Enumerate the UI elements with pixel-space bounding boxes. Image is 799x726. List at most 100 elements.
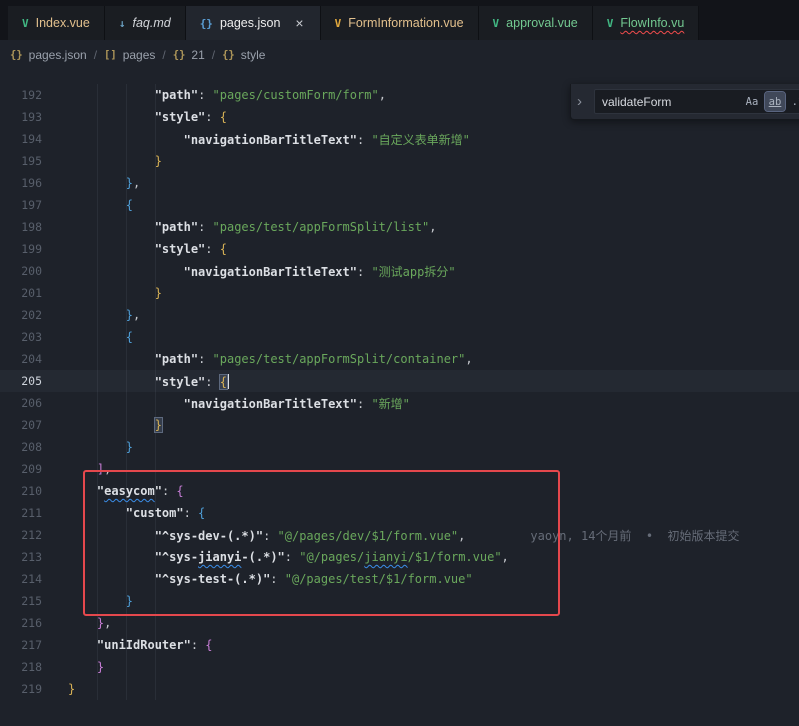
code-line-213[interactable]: 213 "^sys-jianyi-(.*)": "@/pages/jianyi/… xyxy=(0,546,799,568)
breadcrumb-item-21[interactable]: 21 xyxy=(191,48,204,62)
code-line-194[interactable]: 194 "navigationBarTitleText": "自定义表单新增" xyxy=(0,128,799,150)
code-line-206[interactable]: 206 "navigationBarTitleText": "新增" xyxy=(0,392,799,414)
code-line-196[interactable]: 196 }, xyxy=(0,172,799,194)
line-number[interactable]: 201 xyxy=(0,286,42,300)
find-query-text[interactable]: validateForm xyxy=(602,95,739,109)
line-number[interactable]: 205 xyxy=(0,374,42,388)
line-number[interactable]: 209 xyxy=(0,462,42,476)
line-number[interactable]: 218 xyxy=(0,660,42,674)
code-text: "path": "pages/test/appFormSplit/contain… xyxy=(42,352,473,366)
code-token: "^sys-dev-(.*)" xyxy=(155,529,263,543)
code-token: { xyxy=(126,330,133,344)
code-token: /$1/form.vue" xyxy=(408,550,502,564)
code-text: }, xyxy=(42,308,140,322)
tab-FormInformation.vue[interactable]: VFormInformation.vue xyxy=(321,6,479,40)
code-token: "uniIdRouter" xyxy=(97,638,191,652)
line-number[interactable]: 203 xyxy=(0,330,42,344)
code-token: "@/pages/test/$1/form.vue" xyxy=(285,572,473,586)
tab-pages.json[interactable]: {}pages.json× xyxy=(186,6,321,40)
whole-word-toggle[interactable]: ab xyxy=(765,92,785,111)
breadcrumb-item-pages.json[interactable]: pages.json xyxy=(29,48,87,62)
tab-FlowInfo.vu[interactable]: VFlowInfo.vu xyxy=(593,6,700,40)
code-text: "style": { xyxy=(42,110,227,124)
line-number[interactable]: 196 xyxy=(0,176,42,190)
code-text: } xyxy=(42,440,133,454)
find-input-box[interactable]: validateForm Aa ab .* xyxy=(594,89,799,114)
code-token: : xyxy=(205,110,219,124)
line-number[interactable]: 202 xyxy=(0,308,42,322)
code-token: } xyxy=(126,594,133,608)
tab-approval.vue[interactable]: Vapproval.vue xyxy=(479,6,593,40)
line-number[interactable]: 200 xyxy=(0,264,42,278)
code-line-215[interactable]: 215 } xyxy=(0,590,799,612)
find-expand-chevron-icon[interactable]: › xyxy=(577,93,589,110)
line-number[interactable]: 199 xyxy=(0,242,42,256)
line-number[interactable]: 193 xyxy=(0,110,42,124)
line-number[interactable]: 192 xyxy=(0,88,42,102)
line-number[interactable]: 197 xyxy=(0,198,42,212)
line-number[interactable]: 204 xyxy=(0,352,42,366)
tab-Index.vue[interactable]: VIndex.vue xyxy=(8,6,105,40)
code-text: "^sys-jianyi-(.*)": "@/pages/jianyi/$1/f… xyxy=(42,550,509,564)
code-line-210[interactable]: 210 "easycom": { xyxy=(0,480,799,502)
tab-faq.md[interactable]: ↓faq.md xyxy=(105,6,186,40)
code-line-219[interactable]: 219} xyxy=(0,678,799,700)
line-number[interactable]: 217 xyxy=(0,638,42,652)
code-token: } xyxy=(126,440,133,454)
code-line-205[interactable]: 205 "style": { xyxy=(0,370,799,392)
code-token: "path" xyxy=(155,352,198,366)
line-number[interactable]: 214 xyxy=(0,572,42,586)
code-line-211[interactable]: 211 "custom": { xyxy=(0,502,799,524)
code-line-197[interactable]: 197 { xyxy=(0,194,799,216)
code-line-209[interactable]: 209 ], xyxy=(0,458,799,480)
match-case-toggle[interactable]: Aa xyxy=(742,92,762,111)
code-token: : xyxy=(270,572,284,586)
code-line-214[interactable]: 214 "^sys-test-(.*)": "@/pages/test/$1/f… xyxy=(0,568,799,590)
code-line-203[interactable]: 203 { xyxy=(0,326,799,348)
code-token: } xyxy=(126,308,133,322)
code-line-216[interactable]: 216 }, xyxy=(0,612,799,634)
line-number[interactable]: 212 xyxy=(0,528,42,542)
close-icon[interactable]: × xyxy=(293,15,305,31)
line-number[interactable]: 208 xyxy=(0,440,42,454)
breadcrumb-item-pages[interactable]: pages xyxy=(123,48,156,62)
line-number[interactable]: 216 xyxy=(0,616,42,630)
regex-toggle[interactable]: .* xyxy=(788,92,799,111)
code-token: : xyxy=(357,133,371,147)
code-token: : xyxy=(357,265,371,279)
line-number[interactable]: 211 xyxy=(0,506,42,520)
code-token: : xyxy=(263,529,277,543)
code-line-199[interactable]: 199 "style": { xyxy=(0,238,799,260)
code-token: "style" xyxy=(155,242,206,256)
code-line-208[interactable]: 208 } xyxy=(0,436,799,458)
line-number[interactable]: 206 xyxy=(0,396,42,410)
line-number[interactable]: 195 xyxy=(0,154,42,168)
text-cursor xyxy=(227,374,229,389)
line-number[interactable]: 213 xyxy=(0,550,42,564)
code-line-200[interactable]: 200 "navigationBarTitleText": "测试app拆分" xyxy=(0,260,799,282)
line-number[interactable]: 215 xyxy=(0,594,42,608)
breadcrumb-item-style[interactable]: style xyxy=(241,48,266,62)
code-text: "^sys-test-(.*)": "@/pages/test/$1/form.… xyxy=(42,572,473,586)
code-line-212[interactable]: 212 "^sys-dev-(.*)": "@/pages/dev/$1/for… xyxy=(0,524,799,546)
symbol-icon: {} xyxy=(173,49,186,61)
code-text: } xyxy=(42,594,133,608)
line-number[interactable]: 207 xyxy=(0,418,42,432)
git-blame-annotation: yaoyn, 14个月前 • 初始版本提交 xyxy=(465,529,739,543)
code-line-198[interactable]: 198 "path": "pages/test/appFormSplit/lis… xyxy=(0,216,799,238)
editor[interactable]: 192 "path": "pages/customForm/form",193 … xyxy=(0,70,799,726)
line-number[interactable]: 198 xyxy=(0,220,42,234)
symbol-icon: {} xyxy=(10,49,23,61)
code-token: "测试app拆分" xyxy=(371,265,455,279)
code-text: "path": "pages/test/appFormSplit/list", xyxy=(42,220,437,234)
code-line-201[interactable]: 201 } xyxy=(0,282,799,304)
code-line-195[interactable]: 195 } xyxy=(0,150,799,172)
code-line-218[interactable]: 218 } xyxy=(0,656,799,678)
line-number[interactable]: 219 xyxy=(0,682,42,696)
line-number[interactable]: 194 xyxy=(0,132,42,146)
code-line-217[interactable]: 217 "uniIdRouter": { xyxy=(0,634,799,656)
code-line-207[interactable]: 207 } xyxy=(0,414,799,436)
code-line-202[interactable]: 202 }, xyxy=(0,304,799,326)
line-number[interactable]: 210 xyxy=(0,484,42,498)
code-line-204[interactable]: 204 "path": "pages/test/appFormSplit/con… xyxy=(0,348,799,370)
